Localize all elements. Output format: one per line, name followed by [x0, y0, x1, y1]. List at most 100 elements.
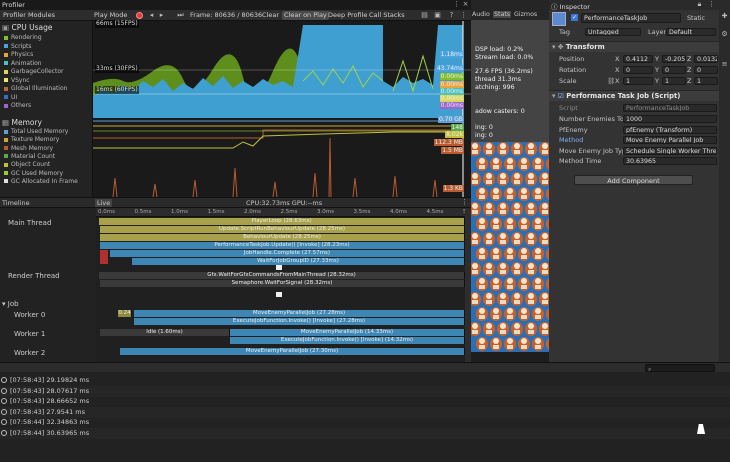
block-script-run-behaviour-update[interactable]: Update.ScriptRunBehaviourUpdate (28.25ms…: [100, 226, 465, 233]
memory-legend-item[interactable]: GC Used Memory: [4, 170, 63, 178]
lock-icon[interactable]: 🔒︎: [695, 0, 704, 9]
block-worker0-small[interactable]: 0.24: [118, 310, 132, 317]
cpu-legend-item[interactable]: GarbageCollector: [4, 68, 63, 76]
cpu-legend-item[interactable]: Scripts: [4, 43, 32, 51]
console-log-entry[interactable]: [07:58:44] 30.63965 ms: [0, 427, 730, 439]
scale-z-field[interactable]: 1: [694, 77, 718, 85]
help-icon[interactable]: ?: [447, 11, 456, 20]
block-w2-move-enemy[interactable]: MoveEnemyParallelJob (27.30ms): [120, 348, 465, 355]
console-log-entry[interactable]: [07:58:44] 32.34863 ms: [0, 417, 730, 428]
thread-worker-2[interactable]: Worker 2: [14, 349, 45, 357]
stats-toggle[interactable]: Stats: [493, 11, 512, 18]
timeline-options-icon[interactable]: ⋮: [460, 198, 469, 207]
more-options-icon[interactable]: ⋮: [452, 0, 461, 9]
field-value[interactable]: Schedule Single Worker Thre: [623, 146, 717, 155]
active-checkbox[interactable]: ✓: [571, 14, 578, 21]
cpu-legend-item[interactable]: UI: [4, 94, 17, 102]
next-frame-icon[interactable]: ▸: [157, 11, 166, 20]
field-value[interactable]: 1000: [623, 115, 717, 123]
game-scene[interactable]: [471, 142, 549, 352]
audio-toggle[interactable]: Audio: [472, 11, 490, 18]
deep-profile-toggle[interactable]: Deep Profile: [326, 11, 369, 20]
cpu-legend-item[interactable]: Physics: [4, 51, 33, 59]
block-main-small-red[interactable]: [100, 250, 108, 264]
close-icon[interactable]: ×: [461, 0, 470, 9]
thread-worker-1[interactable]: Worker 1: [14, 330, 45, 338]
console-search-input[interactable]: ⌕: [645, 364, 715, 373]
memory-legend-item[interactable]: Object Count: [4, 161, 50, 169]
block-w1-move-enemy[interactable]: MoveEnemyParallelJob (14.33ms): [230, 329, 465, 336]
scale-y-field[interactable]: 1: [662, 77, 686, 85]
profiler-modules-dropdown[interactable]: Profiler Modules: [1, 11, 57, 20]
menu-icon[interactable]: ⋮: [459, 11, 468, 20]
block-w0-move-enemy[interactable]: MoveEnemyParallelJob (27.28ms): [134, 310, 465, 317]
thread-worker-0[interactable]: Worker 0: [14, 311, 45, 319]
timeline-area[interactable]: 0.0ms 0.5ms 1.0ms 1.5ms 2.0ms 2.5ms 3.0ms 3.5ms…: [96, 208, 480, 372]
block-w1-idle[interactable]: Idle (1.60ms): [100, 329, 230, 336]
prev-frame-icon[interactable]: ◂: [147, 11, 156, 20]
cpu-legend-item[interactable]: Rendering: [4, 34, 42, 42]
load-icon[interactable]: ▤: [420, 11, 429, 20]
console-log-entry[interactable]: [07:58:43] 27.9541 ms: [0, 406, 730, 418]
pos-x-field[interactable]: 0.4112: [623, 55, 653, 63]
add-component-button[interactable]: Add Component: [574, 175, 693, 185]
block-semaphore-wait[interactable]: Semaphore.WaitForSignal (28.32ms): [100, 280, 465, 287]
script-component-header[interactable]: ▾ ☑ Performance Task Job (Script): [549, 90, 719, 101]
layer-dropdown[interactable]: Default: [666, 28, 716, 36]
cpu-legend-item[interactable]: Global Illumination: [4, 85, 67, 93]
memory-legend-item[interactable]: Material Count: [4, 153, 55, 161]
rot-x-field[interactable]: 0: [623, 66, 653, 74]
play-mode-dropdown[interactable]: Play Mode: [92, 11, 129, 20]
clear-on-play-toggle[interactable]: Clear on Play: [282, 11, 329, 20]
clear-button[interactable]: Clear: [260, 11, 281, 20]
cpu-usage-chart[interactable]: 66ms (15FPS) 33ms (30FPS) 16ms (60FPS) 1…: [93, 20, 471, 118]
expand-render-thread-icon[interactable]: [276, 292, 282, 297]
cpu-legend-item[interactable]: VSync: [4, 77, 30, 85]
block-behaviour-update[interactable]: BehaviourUpdate (28.25ms): [100, 234, 465, 241]
cpu-legend-item[interactable]: Others: [4, 102, 31, 110]
field-value[interactable]: pfEnemy (Transform): [623, 125, 717, 134]
thread-group-job[interactable]: ▾ Job: [2, 300, 19, 308]
static-checkbox-label[interactable]: Static: [687, 15, 705, 22]
object-name-field[interactable]: PerformanceTaskJob: [581, 13, 681, 23]
side-icon-3[interactable]: ≡: [720, 60, 729, 69]
record-icon[interactable]: [136, 12, 143, 19]
rot-y-field[interactable]: 0: [662, 66, 686, 74]
block-player-loop[interactable]: PlayerLoop (28.63ms): [99, 218, 465, 225]
save-icon[interactable]: ▣: [433, 11, 442, 20]
cpu-legend-item[interactable]: Animation: [4, 60, 42, 68]
tag-dropdown[interactable]: Untagged: [585, 28, 641, 36]
inspector-tab[interactable]: ⓘ Inspector: [551, 1, 590, 11]
pos-z-field[interactable]: 0.0132: [694, 55, 718, 63]
block-gfx-wait[interactable]: Gfx.WaitForGfxCommandsFromMainThread (28…: [99, 272, 465, 279]
block-wait-for-job-group[interactable]: WaitForJobGroupID (27.33ms): [132, 258, 465, 265]
scale-x-field[interactable]: 1: [623, 77, 653, 85]
block-w1-execute-job[interactable]: ExecuteJobFunction.Invoke() [Invoke] (14…: [230, 337, 465, 344]
memory-module[interactable]: ▦ Memory: [2, 118, 42, 128]
last-frame-icon[interactable]: ⏭: [176, 11, 185, 20]
block-jobhandle-complete[interactable]: JobHandle.Complete (27.57ms): [110, 250, 465, 257]
console-log-entry[interactable]: [07:58:43] 28.66652 ms: [0, 396, 730, 407]
timeline-view-dropdown[interactable]: Timeline: [2, 199, 30, 207]
side-icon[interactable]: ✚: [720, 12, 729, 21]
memory-chart[interactable]: 0.70 GB 148 8.02k 112.3 MB 1.5 MB 1.3 KB: [93, 116, 471, 198]
block-performance-task-job-update[interactable]: PerformanceTaskJob.Update() [Invoke] (28…: [100, 242, 465, 249]
side-icon-2[interactable]: ⚙: [720, 30, 729, 39]
field-value[interactable]: Move Enemy Parallel Job: [623, 136, 717, 144]
pos-y-field[interactable]: -0.205: [662, 55, 686, 63]
inspector-menu-icon[interactable]: ⋮: [707, 0, 716, 9]
transform-header[interactable]: ▾ ✥ Transform: [549, 41, 719, 52]
rot-z-field[interactable]: 0: [694, 66, 718, 74]
memory-legend-item[interactable]: GC Allocated In Frame: [4, 178, 78, 186]
memory-legend-item[interactable]: Texture Memory: [4, 136, 59, 144]
gizmos-dropdown[interactable]: Gizmos: [514, 11, 537, 18]
thread-render[interactable]: Render Thread: [8, 272, 60, 280]
live-toggle[interactable]: Live: [95, 199, 113, 207]
memory-legend-item[interactable]: Mesh Memory: [4, 145, 53, 153]
cpu-usage-module[interactable]: ▣ CPU Usage: [2, 23, 53, 33]
console-log-entry[interactable]: [07:58:43] 28.07617 ms: [0, 385, 730, 397]
thread-main[interactable]: Main Thread: [8, 219, 51, 227]
console-log-entry[interactable]: [07:58:43] 29.19824 ms: [0, 375, 730, 386]
block-w0-execute-job[interactable]: ExecuteJobFunction.Invoke() [Invoke] (27…: [134, 318, 465, 325]
profiler-tab[interactable]: Profiler: [2, 1, 25, 9]
